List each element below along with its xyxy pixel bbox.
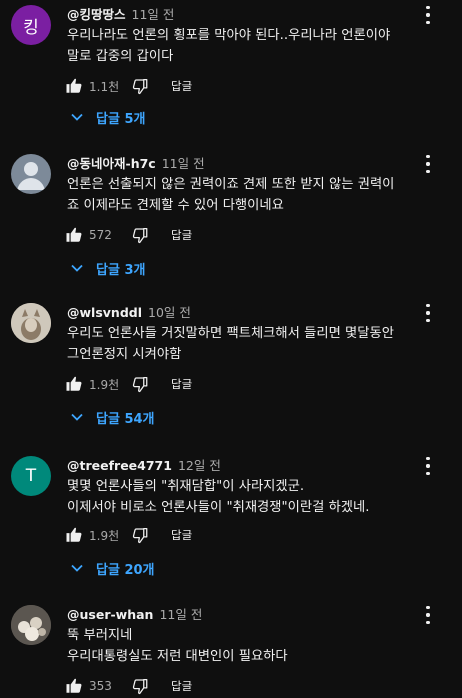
thumb-up-icon [66, 227, 82, 242]
comment-text: 몇몇 언론사들의 "취재담합"이 사라지겠군. 이제서야 비로소 언론사들이 "… [67, 476, 437, 518]
replies-count: 답글 54개 [96, 411, 155, 427]
comment-header: @user-whan 11일 전 [67, 604, 202, 623]
comment-text: 뚝 부러지네 우리대통령실도 저런 대변인이 필요하다 [67, 625, 437, 667]
comment-text-line: 우리나라도 언론의 횡포를 막아야 된다..우리나라 언론이야 [67, 28, 391, 43]
dislike-button[interactable] [131, 526, 149, 544]
comment-time[interactable]: 11일 전 [159, 607, 202, 622]
avatar-letter: T [25, 466, 37, 486]
avatar[interactable]: T [11, 456, 51, 496]
thumb-down-icon [132, 227, 148, 244]
comment-text-line: 말로 갑중의 갑이다 [67, 49, 174, 64]
comment-text: 우리도 언론사들 거짓말하면 팩트체크해서 들리면 몇달동안 그언론정지 시켜야… [67, 323, 437, 365]
like-button[interactable] [65, 226, 83, 244]
thumb-down-icon [132, 678, 148, 695]
comment-actions: 353 답글 [65, 674, 192, 698]
comment-text: 우리나라도 언론의 횡포를 막아야 된다..우리나라 언론이야 말로 갑중의 갑… [67, 25, 437, 67]
more-options-icon[interactable] [420, 457, 436, 479]
replies-count: 답글 3개 [96, 262, 146, 278]
comment-text-line: 우리도 언론사들 거짓말하면 팩트체크해서 들리면 몇달동안 [67, 326, 394, 341]
comment-author[interactable]: @user-whan [67, 607, 153, 622]
like-button[interactable] [65, 77, 83, 95]
dislike-button[interactable] [131, 375, 149, 393]
dislike-button[interactable] [131, 77, 149, 95]
more-options-icon[interactable] [420, 6, 436, 28]
person-icon [17, 162, 45, 190]
more-options-icon[interactable] [420, 155, 436, 177]
comment-text-line: 몇몇 언론사들의 "취재담합"이 사라지겠군. [67, 479, 305, 494]
chevron-down-icon [71, 113, 83, 121]
thumb-up-icon [66, 376, 82, 391]
chevron-down-icon [71, 264, 83, 272]
comment-author[interactable]: @동네아재-h7c [67, 156, 156, 171]
reply-button[interactable]: 답글 [171, 227, 192, 243]
view-replies-button[interactable]: 답글 54개 [70, 406, 155, 428]
comment-time[interactable]: 12일 전 [178, 458, 221, 473]
dislike-button[interactable] [131, 226, 149, 244]
like-count: 353 [89, 679, 112, 693]
comment-actions: 1.9천 답글 [65, 523, 192, 547]
replies-count: 답글 5개 [96, 111, 146, 127]
comment-time[interactable]: 10일 전 [148, 305, 191, 320]
like-count: 1.1천 [89, 79, 120, 94]
like-button[interactable] [65, 526, 83, 544]
replies-count: 답글 20개 [96, 562, 155, 578]
thumb-up-icon [66, 678, 82, 693]
avatar-letter: 킹 [23, 17, 39, 38]
comment-text-line: 언론은 선출되지 않은 권력이죠 견제 또한 받지 않는 권력이 [67, 177, 395, 192]
thumb-down-icon [132, 376, 148, 393]
reply-button[interactable]: 답글 [171, 78, 192, 94]
like-count: 1.9천 [89, 377, 120, 392]
view-replies-button[interactable]: 답글 3개 [70, 257, 145, 279]
thumb-down-icon [132, 78, 148, 95]
dislike-button[interactable] [131, 677, 149, 695]
reply-button[interactable]: 답글 [171, 376, 192, 392]
comment-text: 언론은 선출되지 않은 권력이죠 견제 또한 받지 않는 권력이 죠 이제라도 … [67, 174, 437, 216]
thumb-up-icon [66, 78, 82, 93]
comment-text-line: 우리대통령실도 저런 대변인이 필요하다 [67, 649, 288, 664]
chevron-down-icon [71, 413, 83, 421]
comment-time[interactable]: 11일 전 [132, 7, 175, 22]
profile-photo-icon [11, 605, 51, 645]
thumb-down-icon [132, 527, 148, 544]
reply-button[interactable]: 답글 [171, 527, 192, 543]
like-button[interactable] [65, 677, 83, 695]
comment-text-line: 뚝 부러지네 [67, 628, 133, 643]
avatar[interactable] [11, 154, 51, 194]
view-replies-button[interactable]: 답글 5개 [70, 106, 145, 128]
like-button[interactable] [65, 375, 83, 393]
comment-author[interactable]: @wlsvnddl [67, 305, 142, 320]
avatar[interactable]: 킹 [11, 5, 51, 45]
comment-actions: 1.1천 답글 [65, 74, 192, 98]
comment-actions: 1.9천 답글 [65, 372, 192, 396]
view-replies-button[interactable]: 답글 20개 [70, 557, 155, 579]
comment-actions: 572 답글 [65, 223, 192, 247]
more-options-icon[interactable] [420, 304, 436, 326]
like-count: 1.9천 [89, 528, 120, 543]
comment-header: @동네아재-h7c 11일 전 [67, 153, 205, 172]
comment-author[interactable]: @treefree4771 [67, 458, 172, 473]
comment-text-line: 이제서야 비로소 언론사들이 "취재경쟁"이란걸 하겠네. [67, 500, 370, 515]
chevron-down-icon [71, 564, 83, 572]
comment-time[interactable]: 11일 전 [162, 156, 205, 171]
comment-text-line: 그언론정지 시켜야함 [67, 347, 182, 362]
comment-header: @treefree4771 12일 전 [67, 455, 221, 474]
profile-photo-icon [11, 303, 51, 343]
comment-header: @킹땅땅스 11일 전 [67, 4, 174, 23]
reply-button[interactable]: 답글 [171, 678, 192, 694]
comment-author[interactable]: @킹땅땅스 [67, 7, 126, 22]
comment-text-line: 죠 이제라도 견제할 수 있어 다행이네요 [67, 198, 284, 213]
like-count: 572 [89, 228, 112, 242]
more-options-icon[interactable] [420, 606, 436, 628]
comment-header: @wlsvnddl 10일 전 [67, 302, 191, 321]
thumb-up-icon [66, 527, 82, 542]
avatar[interactable] [11, 303, 51, 343]
avatar[interactable] [11, 605, 51, 645]
